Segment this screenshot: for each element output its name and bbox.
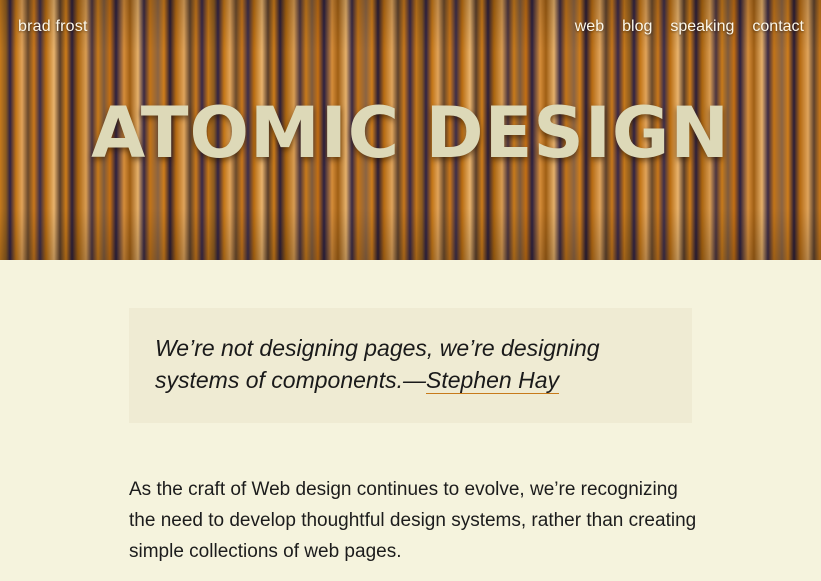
page-title: ATOMIC DESIGN — [91, 92, 730, 174]
nav-link-speaking[interactable]: speaking — [670, 18, 734, 36]
nav-link-blog[interactable]: blog — [622, 18, 652, 36]
page: brad frost web blog speaking contact ATO… — [0, 0, 821, 581]
hero-header: brad frost web blog speaking contact ATO… — [0, 0, 821, 260]
quote-text: We’re not designing pages, we’re designi… — [155, 332, 665, 396]
intro-paragraph: As the craft of Web design continues to … — [129, 479, 697, 562]
brand-logo-link[interactable]: brad frost — [18, 18, 88, 36]
nav-link-web[interactable]: web — [575, 18, 604, 36]
main-nav: web blog speaking contact — [575, 18, 804, 36]
quote-author-link[interactable]: Stephen Hay — [426, 367, 559, 394]
nav-link-contact[interactable]: contact — [752, 18, 804, 36]
pull-quote: We’re not designing pages, we’re designi… — [129, 308, 692, 423]
